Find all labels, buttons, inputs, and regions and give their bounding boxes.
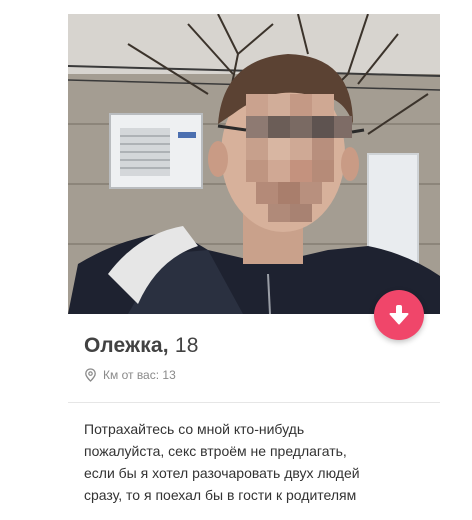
profile-age: 18 <box>174 334 199 357</box>
profile-name: Олежка, <box>84 334 169 357</box>
bio-line: Потрахайтесь со мной кто-нибудь <box>84 421 305 437</box>
distance-text: Км от вас: 13 <box>103 368 176 382</box>
profile-bio: Потрахайтесь со мной кто-нибудь пожалуйс… <box>84 418 429 506</box>
profile-name-age: Олежка, 18 <box>84 334 199 358</box>
arrow-down-icon <box>389 305 409 325</box>
bio-line: если бы я хотел разочаровать двух людей <box>84 465 360 481</box>
info-down-button[interactable] <box>374 290 424 340</box>
divider <box>68 402 440 403</box>
profile-distance: Км от вас: 13 <box>84 368 176 382</box>
bio-line: сразу, то я поехал бы в гости к родителя… <box>84 487 357 503</box>
location-pin-icon <box>85 368 96 382</box>
profile-photo[interactable] <box>68 14 440 314</box>
bio-line: пожалуйста, секс втроём не предлагать, <box>84 443 347 459</box>
profile-photo-image <box>68 14 440 314</box>
